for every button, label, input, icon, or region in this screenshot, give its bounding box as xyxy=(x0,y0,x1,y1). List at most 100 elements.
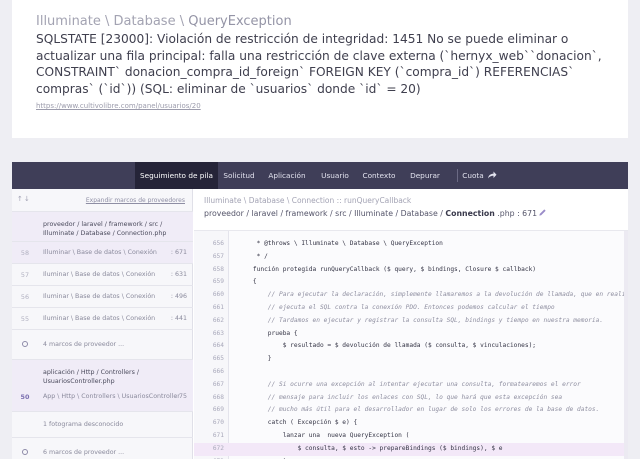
line-number[interactable]: 667 xyxy=(194,379,224,392)
code-text: } xyxy=(238,355,272,363)
line-number[interactable]: 671 xyxy=(194,430,224,443)
frame-file-path: aplicación / Http / Controllers / Usuari… xyxy=(43,369,140,385)
line-number[interactable]: 665 xyxy=(194,353,224,366)
line-number[interactable]: 662 xyxy=(194,315,224,328)
code-text: ); xyxy=(238,456,290,459)
frame-line: : 441 xyxy=(170,315,187,322)
code-text: $ consulta, $ esto -> prepareBindings ($… xyxy=(238,444,503,452)
frame-class: Illuminar \ Base de datos \ Conexión xyxy=(43,249,157,256)
frame-line: : 631 xyxy=(170,271,187,278)
stack-frame-selected[interactable]: 58 Illuminar \ Base de datos \ Conexión … xyxy=(12,241,193,263)
collapsed-frames-icon xyxy=(22,341,28,347)
frame-class: App \ Http \ Controllers \ UsuariosContr… xyxy=(43,393,180,400)
code-text: // ejecuta el SQL contra la conexión PDO… xyxy=(238,304,555,311)
tab-request[interactable]: Solicitud xyxy=(218,162,260,189)
frame-file-path: proveedor / laravel / framework / src / … xyxy=(43,221,167,237)
code-scrollbar[interactable] xyxy=(624,231,628,459)
namespace-separator: \ xyxy=(179,14,189,29)
code-line: 673 ); xyxy=(194,456,628,459)
code-line: 659 { xyxy=(194,276,628,289)
line-number[interactable]: 663 xyxy=(194,328,224,341)
exception-class-part: Database xyxy=(113,14,176,29)
code-text: prueba { xyxy=(238,329,298,337)
tab-user[interactable]: Usuario xyxy=(315,162,355,189)
code-line: 657 * / xyxy=(194,251,628,264)
code-text: catch ( Excepción $ e) { xyxy=(238,419,358,427)
frame-class: Iluminar \ Base de datos \ Conexión xyxy=(43,271,156,278)
code-text: * / xyxy=(238,252,268,260)
code-line: 661 // ejecuta el SQL contra la conexión… xyxy=(194,302,628,315)
code-text: // Tardamos en ejecutar y registrar la c… xyxy=(238,316,604,324)
collapsed-frames-label: 4 marcos de proveedor ... xyxy=(43,341,125,348)
share-icon[interactable] xyxy=(487,170,497,180)
line-number[interactable]: 666 xyxy=(194,366,224,379)
code-line: 656 * @throws \ Illuminate \ Database \ … xyxy=(194,238,628,251)
code-line: 665 } xyxy=(194,353,628,366)
frame-method-breadcrumb: Illuminate \ Database \ Connection :: ru… xyxy=(204,196,412,205)
error-panel: Seguimiento de pila Solicitud Aplicación… xyxy=(12,162,628,459)
line-number[interactable]: 668 xyxy=(194,392,224,405)
stack-frame[interactable]: 56 Iluminar \ Base de datos \ Conexión :… xyxy=(12,285,193,307)
frame-line: : 75 xyxy=(174,393,187,400)
request-url-link[interactable]: https://www.cultivolibre.com/panel/usuar… xyxy=(36,102,201,110)
frame-class: Iluminar \ Base de datos \ Conexión xyxy=(43,315,156,322)
expand-vendor-frames-link[interactable]: Expandir marcos de proveedores xyxy=(86,197,185,204)
line-number[interactable]: 669 xyxy=(194,404,224,417)
stack-frames-panel: ↑ ↓ Expandir marcos de proveedores prove… xyxy=(12,189,193,459)
line-number[interactable]: 664 xyxy=(194,340,224,353)
unknown-frame-label: 1 fotograma desconocido xyxy=(43,421,124,428)
exception-message: SQLSTATE [23000]: Violación de restricci… xyxy=(36,32,602,96)
frame-line: : 496 xyxy=(170,293,187,300)
line-number[interactable]: 659 xyxy=(194,276,224,289)
frame-number: 57 xyxy=(20,271,30,279)
code-text: // mensaje para incluir los enlaces con … xyxy=(238,393,563,401)
tab-share[interactable]: Cuota xyxy=(461,162,485,189)
code-text: { xyxy=(238,278,257,286)
arrow-up-icon[interactable]: ↑ xyxy=(17,195,23,203)
collapsed-frames-icon xyxy=(22,449,28,455)
code-line: 671 lanzar una nueva QueryException ( xyxy=(194,430,628,443)
code-line: 667 // Si ocurre una excepción al intent… xyxy=(194,379,628,392)
stack-frame-app[interactable]: 50 App \ Http \ Controllers \ UsuariosCo… xyxy=(12,387,193,411)
line-number[interactable]: 658 xyxy=(194,264,224,277)
code-line: 663 prueba { xyxy=(194,328,628,341)
line-number[interactable]: 672 xyxy=(194,443,224,456)
code-viewer: Illuminate \ Database \ Connection :: ru… xyxy=(194,189,628,459)
line-number[interactable]: 661 xyxy=(194,302,224,315)
tab-app[interactable]: Aplicación xyxy=(264,162,310,189)
file-path-prefix: proveedor / laravel / framework / src / … xyxy=(204,209,446,218)
stack-frame[interactable]: 55 Iluminar \ Base de datos \ Conexión :… xyxy=(12,307,193,329)
code-line: 668 // mensaje para incluir los enlaces … xyxy=(194,392,628,405)
tab-stack-trace[interactable]: Seguimiento de pila xyxy=(135,162,218,189)
code-line: 670 catch ( Excepción $ e) { xyxy=(194,417,628,430)
vendor-frames-collapsed[interactable]: 6 marcos de proveedor ... xyxy=(12,437,193,459)
unknown-frame[interactable]: 1 fotograma desconocido xyxy=(12,411,193,437)
line-number[interactable]: 656 xyxy=(194,238,224,251)
frame-number: 50 xyxy=(20,393,30,401)
code-line: 664 $ resultado = $ devolución de llamad… xyxy=(194,340,628,353)
frame-number: 58 xyxy=(20,249,30,257)
exception-class-part: Illuminate xyxy=(36,14,101,29)
code-line: 660 // Para ejecutar la declaración, sim… xyxy=(194,289,628,302)
line-number[interactable]: 657 xyxy=(194,251,224,264)
frame-line: : 671 xyxy=(170,249,187,256)
exception-card: Illuminate \ Database \ QueryException S… xyxy=(12,0,628,138)
line-number[interactable]: 670 xyxy=(194,417,224,430)
vendor-frames-collapsed[interactable]: 4 marcos de proveedor ... xyxy=(12,329,193,359)
stack-frame[interactable]: 57 Iluminar \ Base de datos \ Conexión :… xyxy=(12,263,193,285)
tab-context[interactable]: Contexto xyxy=(359,162,399,189)
pencil-icon[interactable] xyxy=(538,208,547,217)
line-number[interactable]: 660 xyxy=(194,289,224,302)
arrow-down-icon[interactable]: ↓ xyxy=(24,195,30,203)
file-line-suffix: .php : 671 xyxy=(494,209,538,218)
code-text: // Si ocurre una excepción al intentar e… xyxy=(238,380,581,388)
tab-debug[interactable]: Depurar xyxy=(404,162,446,189)
frame-file-breadcrumb: proveedor / laravel / framework / src / … xyxy=(204,209,537,218)
code-text: $ resultado = $ devolución de llamada ($… xyxy=(238,342,537,350)
code-text: lanzar una nueva QueryException ( xyxy=(238,432,410,439)
line-number[interactable]: 673 xyxy=(194,456,224,459)
tab-divider xyxy=(457,169,458,182)
code-block: 656 * @throws \ Illuminate \ Database \ … xyxy=(194,231,628,459)
tab-bar: Seguimiento de pila Solicitud Aplicación… xyxy=(12,162,628,189)
code-text: // mucho más útil para el desarrollador … xyxy=(238,406,600,414)
